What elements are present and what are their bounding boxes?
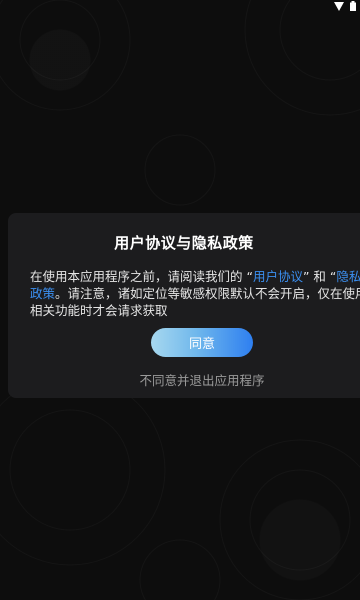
privacy-dialog: 用户协议与隐私政策 在使用本应用程序之前，请阅读我们的 “用户协议” 和 “隐私… <box>8 213 360 398</box>
decline-exit-button[interactable]: 不同意并退出应用程序 <box>8 370 360 389</box>
body-prefix: 在使用本应用程序之前，请阅读我们的 “ <box>30 269 253 284</box>
dialog-title: 用户协议与隐私政策 <box>114 234 254 252</box>
user-agreement-link[interactable]: 用户协议 <box>253 269 303 284</box>
signal-icon <box>334 1 344 11</box>
status-bar <box>300 0 360 12</box>
body-middle: ” 和 “ <box>302 269 337 284</box>
body-suffix: 。请注意，诸如定位等敏感权限默认不会开启，仅在使用相关功能时才会请求获取 <box>30 286 360 318</box>
agree-button[interactable]: 同意 <box>151 328 253 357</box>
dialog-body: 在使用本应用程序之前，请阅读我们的 “用户协议” 和 “隐私政策。请注意，诸如定… <box>30 268 360 319</box>
screen: 用户协议与隐私政策 在使用本应用程序之前，请阅读我们的 “用户协议” 和 “隐私… <box>0 0 360 600</box>
battery-icon <box>350 1 356 11</box>
